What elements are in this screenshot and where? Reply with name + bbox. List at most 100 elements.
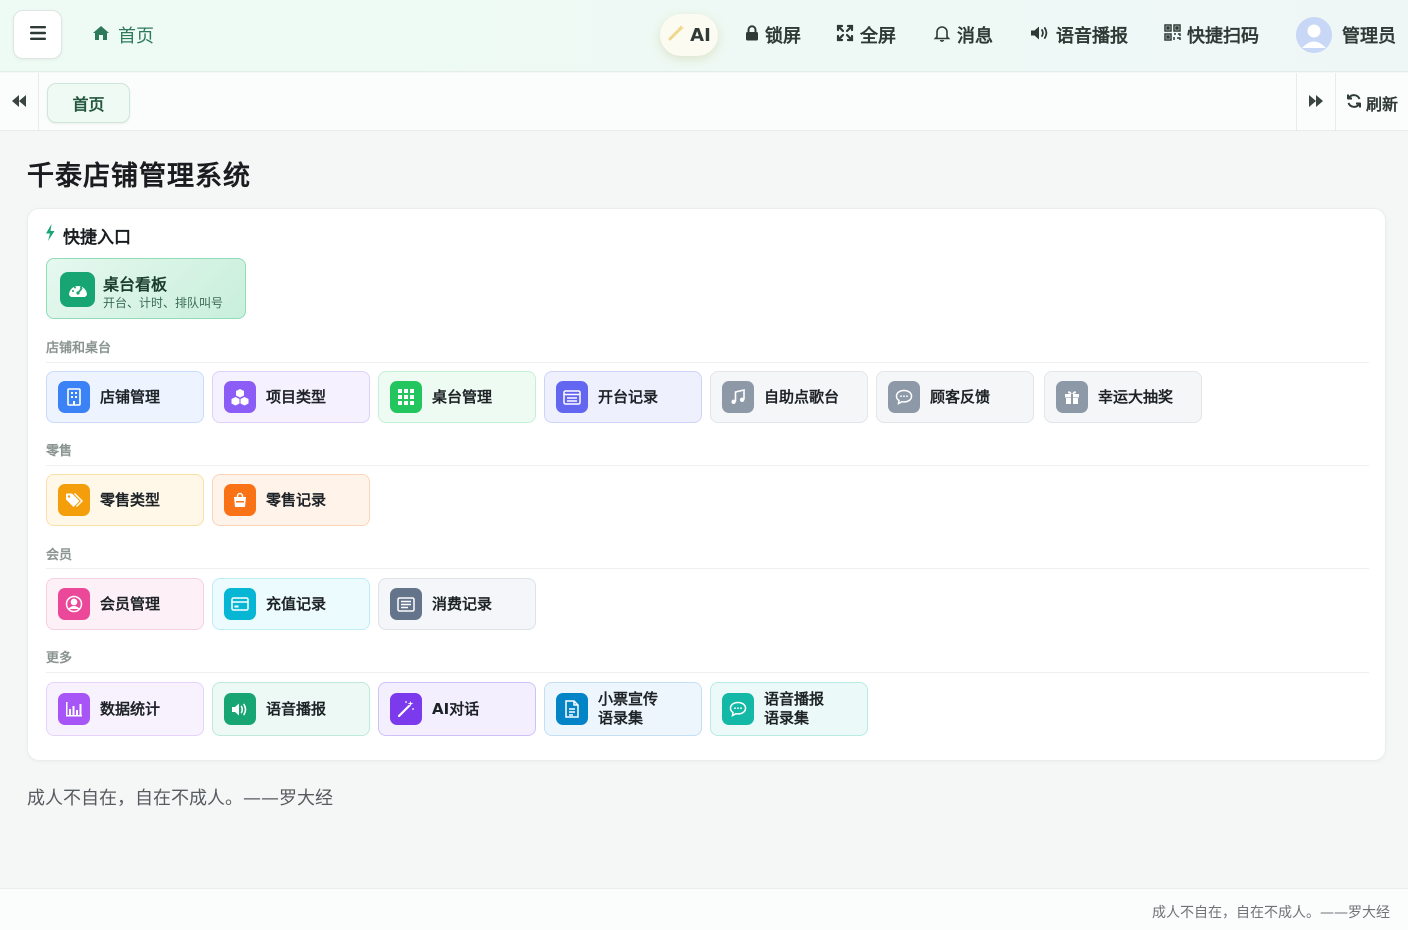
double-chevron-right-icon bbox=[1308, 93, 1324, 112]
footer-text: 成人不自在，自在不成人。——罗大经 bbox=[1152, 905, 1390, 921]
quick-entry-heading: 快捷入口 bbox=[45, 223, 131, 248]
shopping-bag-icon bbox=[224, 484, 256, 516]
tile-retail-types[interactable]: 零售类型 bbox=[46, 474, 204, 526]
voice-broadcast-label: 语音播报 bbox=[1056, 26, 1128, 47]
ai-button[interactable]: AI bbox=[660, 14, 718, 56]
volume-icon bbox=[224, 693, 256, 725]
double-chevron-left-icon bbox=[11, 93, 27, 112]
home-link-label: 首页 bbox=[118, 26, 154, 47]
refresh-button[interactable]: 刷新 bbox=[1346, 91, 1398, 115]
section-label-more: 更多 bbox=[46, 651, 73, 666]
tile-self-karaoke[interactable]: 自助点歌台 bbox=[710, 371, 868, 423]
footer: 成人不自在，自在不成人。——罗大经 bbox=[0, 888, 1408, 930]
home-link[interactable]: 首页 bbox=[92, 22, 154, 48]
user-menu[interactable]: 管理员 bbox=[1342, 22, 1396, 48]
tile-label: 消费记录 bbox=[432, 594, 493, 613]
chat-bubble-icon bbox=[722, 693, 754, 725]
receipt-list-icon bbox=[390, 588, 422, 620]
tile-label: 数据统计 bbox=[100, 699, 161, 718]
section-label-retail: 零售 bbox=[46, 444, 73, 459]
tile-label: 幸运大抽奖 bbox=[1098, 387, 1174, 406]
music-note-icon bbox=[722, 381, 754, 413]
table-board-subtitle: 开台、计时、排队叫号 bbox=[103, 296, 224, 310]
tile-receipt-slogans[interactable]: 小票宣传 语录集 bbox=[544, 682, 702, 736]
tile-label: 零售类型 bbox=[100, 490, 161, 509]
table-board-tile[interactable]: 桌台看板 开台、计时、排队叫号 bbox=[46, 258, 246, 319]
refresh-icon bbox=[1346, 93, 1362, 113]
quick-scan-button[interactable]: 快捷扫码 bbox=[1164, 22, 1259, 48]
user-name: 管理员 bbox=[1342, 26, 1396, 47]
section-label-store: 店铺和桌台 bbox=[46, 341, 112, 356]
tile-voice-slogans[interactable]: 语音播报 语录集 bbox=[710, 682, 868, 736]
quick-scan-label: 快捷扫码 bbox=[1187, 26, 1259, 47]
section-divider bbox=[46, 362, 1369, 363]
tile-table-management[interactable]: 桌台管理 bbox=[378, 371, 536, 423]
tile-label: 桌台管理 bbox=[432, 387, 493, 406]
quote-text: 成人不自在，自在不成人。——罗大经 bbox=[27, 788, 333, 809]
tab-home[interactable]: 首页 bbox=[47, 83, 130, 123]
tile-retail-records[interactable]: 零售记录 bbox=[212, 474, 370, 526]
messages-label: 消息 bbox=[957, 26, 993, 47]
tabs-scroll-left-button[interactable] bbox=[0, 73, 39, 131]
tile-consumption-records[interactable]: 消费记录 bbox=[378, 578, 536, 630]
tile-lucky-draw[interactable]: 幸运大抽奖 bbox=[1044, 371, 1202, 423]
magic-wand-icon bbox=[667, 24, 685, 47]
grid-icon bbox=[390, 381, 422, 413]
tile-label: 会员管理 bbox=[100, 594, 161, 613]
tile-voice-broadcast[interactable]: 语音播报 bbox=[212, 682, 370, 736]
tile-label: 店铺管理 bbox=[100, 387, 161, 406]
document-icon bbox=[556, 693, 588, 725]
quick-entry-heading-text: 快捷入口 bbox=[63, 227, 131, 248]
list-window-icon bbox=[556, 381, 588, 413]
building-icon bbox=[58, 381, 90, 413]
dashboard-gauge-icon bbox=[60, 272, 95, 307]
home-icon bbox=[92, 25, 110, 46]
bell-icon bbox=[933, 24, 951, 47]
messages-button[interactable]: 消息 bbox=[933, 22, 993, 48]
volume-icon bbox=[1030, 25, 1050, 46]
ai-button-label: AI bbox=[690, 24, 711, 46]
tags-icon bbox=[58, 484, 90, 516]
magic-wand-icon bbox=[390, 693, 422, 725]
hamburger-icon bbox=[29, 25, 46, 44]
tabs-bar: 首页 刷新 bbox=[0, 73, 1408, 131]
page-title: 千泰店铺管理系统 bbox=[27, 161, 251, 192]
tile-label: 语音播报 bbox=[266, 699, 327, 718]
tile-store-management[interactable]: 店铺管理 bbox=[46, 371, 204, 423]
tile-project-types[interactable]: 项目类型 bbox=[212, 371, 370, 423]
lock-screen-button[interactable]: 锁屏 bbox=[745, 22, 801, 48]
tile-member-management[interactable]: 会员管理 bbox=[46, 578, 204, 630]
fullscreen-label: 全屏 bbox=[860, 26, 896, 47]
tile-label: 语音播报 语录集 bbox=[764, 690, 825, 727]
tile-label: AI对话 bbox=[432, 699, 480, 718]
qrcode-icon bbox=[1164, 24, 1181, 46]
quick-entry-card: 快捷入口 桌台看板 开台、计时、排队叫号 店铺和桌台 店铺管理 项目类型 桌台管… bbox=[27, 208, 1386, 761]
chat-bubble-icon bbox=[888, 381, 920, 413]
tile-label: 充值记录 bbox=[266, 594, 327, 613]
bolt-icon bbox=[45, 224, 55, 246]
refresh-label: 刷新 bbox=[1366, 95, 1399, 114]
tabs-scroll-right-button[interactable] bbox=[1296, 73, 1336, 131]
lock-icon bbox=[745, 24, 759, 46]
voice-broadcast-button[interactable]: 语音播报 bbox=[1030, 22, 1128, 48]
tile-open-table-records[interactable]: 开台记录 bbox=[544, 371, 702, 423]
menu-toggle-button[interactable] bbox=[13, 10, 62, 59]
tile-data-statistics[interactable]: 数据统计 bbox=[46, 682, 204, 736]
tile-ai-chat[interactable]: AI对话 bbox=[378, 682, 536, 736]
lock-screen-label: 锁屏 bbox=[765, 26, 801, 47]
tile-label: 自助点歌台 bbox=[764, 387, 840, 406]
credit-card-icon bbox=[224, 588, 256, 620]
cubes-icon bbox=[224, 381, 256, 413]
fullscreen-button[interactable]: 全屏 bbox=[836, 22, 896, 48]
section-label-member: 会员 bbox=[46, 548, 73, 563]
gift-icon bbox=[1056, 381, 1088, 413]
table-board-title: 桌台看板 bbox=[103, 275, 168, 294]
section-divider bbox=[46, 568, 1369, 569]
tile-label: 项目类型 bbox=[266, 387, 327, 406]
tile-customer-feedback[interactable]: 顾客反馈 bbox=[876, 371, 1034, 423]
section-divider bbox=[46, 672, 1369, 673]
avatar[interactable] bbox=[1296, 17, 1332, 53]
tile-label: 顾客反馈 bbox=[930, 387, 991, 406]
tile-recharge-records[interactable]: 充值记录 bbox=[212, 578, 370, 630]
tile-label: 小票宣传 语录集 bbox=[598, 690, 659, 727]
